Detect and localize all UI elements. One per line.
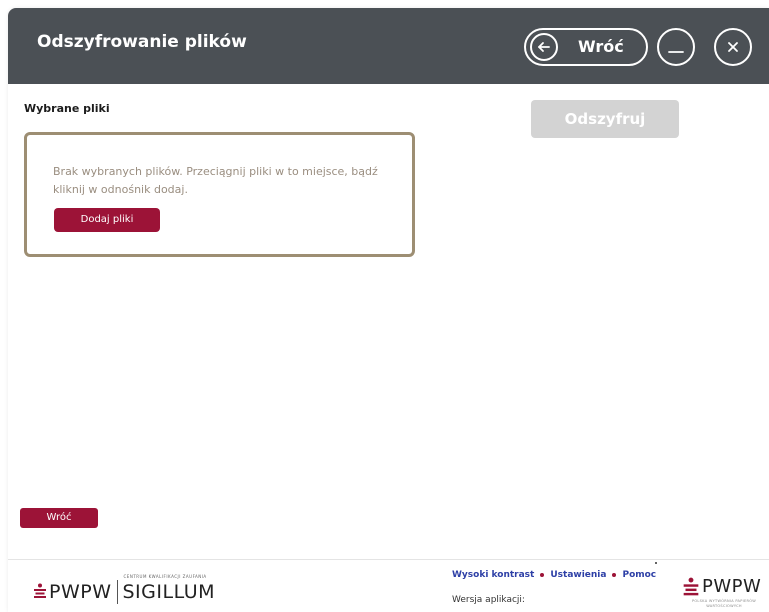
logo-divider (116, 580, 118, 604)
minimize-icon (668, 51, 684, 53)
arrow-left-icon (530, 33, 558, 61)
footer-dot (655, 562, 657, 564)
high-contrast-link[interactable]: Wysoki kontrast (452, 570, 534, 580)
pwpw-logo-text: PWPW (49, 581, 112, 603)
back-button[interactable]: Wróć (20, 508, 98, 528)
header-bar: Odszyfrowanie plików Wróć (8, 8, 769, 84)
sigillum-logo: CENTRUM KWALIFIKACJI ZAUFANIA SIGILLUM (122, 574, 216, 603)
minimize-button[interactable] (657, 28, 695, 66)
header-back-label: Wróć (578, 37, 624, 56)
pwpw-emblem-icon (34, 583, 46, 598)
file-drop-zone[interactable]: Brak wybranych plików. Przeciągnij pliki… (24, 132, 415, 257)
app-version: Wersja aplikacji: (452, 595, 525, 605)
app-window: Odszyfrowanie plików Wróć Wybrane pliki … (8, 8, 769, 612)
header-back-button[interactable]: Wróć (524, 28, 648, 66)
close-button[interactable] (714, 28, 752, 66)
link-separator (540, 573, 545, 577)
help-link[interactable]: Pomoc (622, 570, 656, 580)
decrypt-button[interactable]: Odszyfruj (531, 100, 679, 138)
close-icon (728, 42, 738, 52)
link-separator (612, 573, 617, 577)
selected-files-label: Wybrane pliki (24, 102, 110, 115)
footer-links: Wysoki kontrast Ustawienia Pomoc (452, 570, 656, 580)
pwpw-emblem-icon (683, 577, 699, 596)
page-title: Odszyfrowanie plików (37, 32, 247, 52)
pwpw-sigillum-logo: PWPW CENTRUM KWALIFIKACJI ZAUFANIA SIGIL… (33, 574, 216, 604)
settings-link[interactable]: Ustawienia (550, 570, 606, 580)
pwpw-logo-caption: POLSKA WYTWÓRNIA PAPIERÓW WARTOŚCIOWYCH (691, 599, 757, 608)
pwpw-logo-text: PWPW (702, 576, 762, 597)
drop-zone-message: Brak wybranych plików. Przeciągnij pliki… (53, 165, 378, 196)
sigillum-caption: CENTRUM KWALIFIKACJI ZAUFANIA (123, 574, 207, 579)
add-files-button[interactable]: Dodaj pliki (54, 208, 160, 232)
footer: PWPW CENTRUM KWALIFIKACJI ZAUFANIA SIGIL… (8, 559, 769, 612)
sigillum-logo-text: SIGILLUM (122, 581, 216, 603)
